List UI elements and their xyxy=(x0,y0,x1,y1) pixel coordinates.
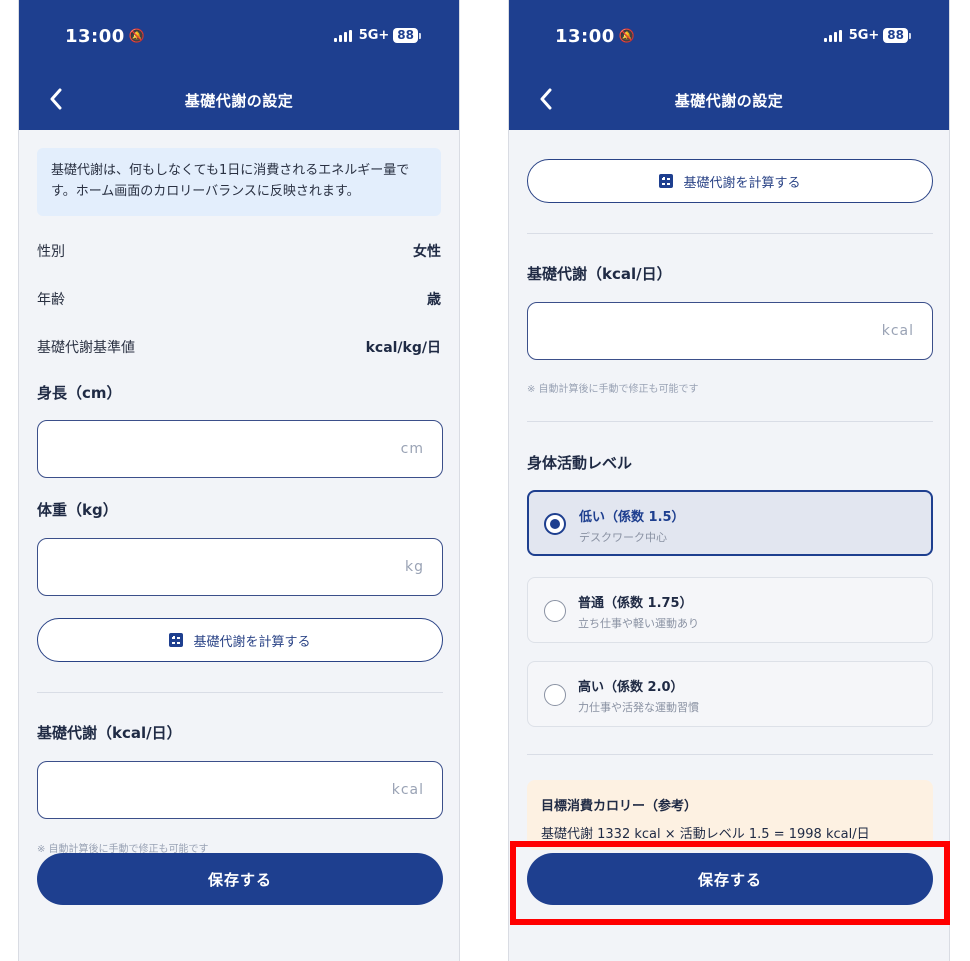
signal-bars-icon xyxy=(333,29,352,42)
option-subtitle: 立ち仕事や軽い運動あり xyxy=(578,617,699,630)
bmr-input[interactable] xyxy=(527,302,933,360)
bell-slash-icon: 🔕 xyxy=(618,29,636,44)
manual-edit-note: ※ 自動計算後に手動で修正も可能です xyxy=(527,384,699,395)
divider xyxy=(527,233,933,234)
activity-option-normal[interactable]: 普通（係数 1.75） 立ち仕事や軽い運動あり xyxy=(527,577,933,643)
option-subtitle: デスクワーク中心 xyxy=(579,531,667,544)
option-subtitle: 力仕事や活発な運動習慣 xyxy=(578,701,699,714)
status-time: 13:00 🔕 xyxy=(65,26,145,47)
status-time-text: 13:00 xyxy=(65,26,125,47)
status-time: 13:00 🔕 xyxy=(555,26,635,47)
divider xyxy=(37,692,443,693)
option-title: 高い（係数 2.0） xyxy=(578,680,684,695)
radio-selected-icon[interactable] xyxy=(544,513,566,535)
activity-option-low[interactable]: 低い（係数 1.5） デスクワーク中心 xyxy=(527,490,933,556)
save-button[interactable]: 保存する xyxy=(37,853,443,905)
calculate-bmr-label: 基礎代謝を計算する xyxy=(683,175,801,191)
highlight-annotation-box xyxy=(510,841,950,925)
bmr-standard-label: 基礎代謝基準値 xyxy=(37,340,135,356)
calculator-icon xyxy=(659,174,674,188)
app-header: 13:00 🔕 5G+ 88 基礎代謝の設定 xyxy=(19,0,459,130)
calculate-bmr-label: 基礎代謝を計算する xyxy=(193,634,311,650)
app-header: 13:00 🔕 5G+ 88 基礎代謝の設定 xyxy=(509,0,949,130)
option-title: 普通（係数 1.75） xyxy=(578,596,693,611)
target-calorie-box: 目標消費カロリー（参考） 基礎代謝 1332 kcal × 活動レベル 1.5 … xyxy=(527,780,933,850)
status-indicators: 5G+ 88 xyxy=(333,28,421,43)
radio-unselected-icon[interactable] xyxy=(544,684,566,706)
age-value: 歳 xyxy=(427,292,441,308)
info-box: 基礎代謝は、何もしなくても1日に消費されるエネルギー量です。ホーム画面のカロリー… xyxy=(37,148,441,216)
bell-slash-icon: 🔕 xyxy=(128,29,146,44)
weight-input[interactable] xyxy=(37,538,443,596)
height-input[interactable] xyxy=(37,420,443,478)
gender-value: 女性 xyxy=(413,244,441,260)
target-calorie-formula: 基礎代謝 1332 kcal × 活動レベル 1.5 = 1998 kcal/日 xyxy=(541,827,870,842)
phone-screen-right: 13:00 🔕 5G+ 88 基礎代謝の設定 基礎代謝を計算する 基礎代謝（kca… xyxy=(508,0,950,961)
page-title: 基礎代謝の設定 xyxy=(674,92,784,110)
radio-unselected-icon[interactable] xyxy=(544,600,566,622)
divider xyxy=(527,421,933,422)
phone-screen-left: 13:00 🔕 5G+ 88 基礎代謝の設定 基礎代謝は、何もしなくても1日に消費… xyxy=(18,0,460,961)
gender-label: 性別 xyxy=(37,244,65,260)
option-title: 低い（係数 1.5） xyxy=(579,510,685,525)
battery-level: 88 xyxy=(883,28,908,43)
calculate-bmr-button[interactable]: 基礎代謝を計算する xyxy=(37,618,443,662)
calculate-bmr-button[interactable]: 基礎代謝を計算する xyxy=(527,159,933,203)
bmr-label: 基礎代謝（kcal/日） xyxy=(527,265,672,283)
page-title: 基礎代謝の設定 xyxy=(184,92,294,110)
bmr-label: 基礎代謝（kcal/日） xyxy=(37,724,182,742)
calculator-icon xyxy=(169,633,184,647)
bmr-input[interactable] xyxy=(37,761,443,819)
activity-level-title: 身体活動レベル xyxy=(527,454,633,472)
divider xyxy=(527,754,933,755)
target-calorie-title: 目標消費カロリー（参考） xyxy=(541,799,698,814)
battery-level: 88 xyxy=(393,28,418,43)
battery-icon: 88 xyxy=(883,28,911,43)
network-label: 5G+ xyxy=(358,28,390,43)
weight-label: 体重（kg） xyxy=(37,501,118,519)
activity-option-high[interactable]: 高い（係数 2.0） 力仕事や活発な運動習慣 xyxy=(527,661,933,727)
battery-icon: 88 xyxy=(393,28,421,43)
height-label: 身長（cm） xyxy=(37,384,122,402)
status-time-text: 13:00 xyxy=(555,26,615,47)
signal-bars-icon xyxy=(823,29,842,42)
bmr-standard-value: kcal/kg/日 xyxy=(365,340,441,356)
age-label: 年齢 xyxy=(37,292,65,308)
network-label: 5G+ xyxy=(848,28,880,43)
status-indicators: 5G+ 88 xyxy=(823,28,911,43)
